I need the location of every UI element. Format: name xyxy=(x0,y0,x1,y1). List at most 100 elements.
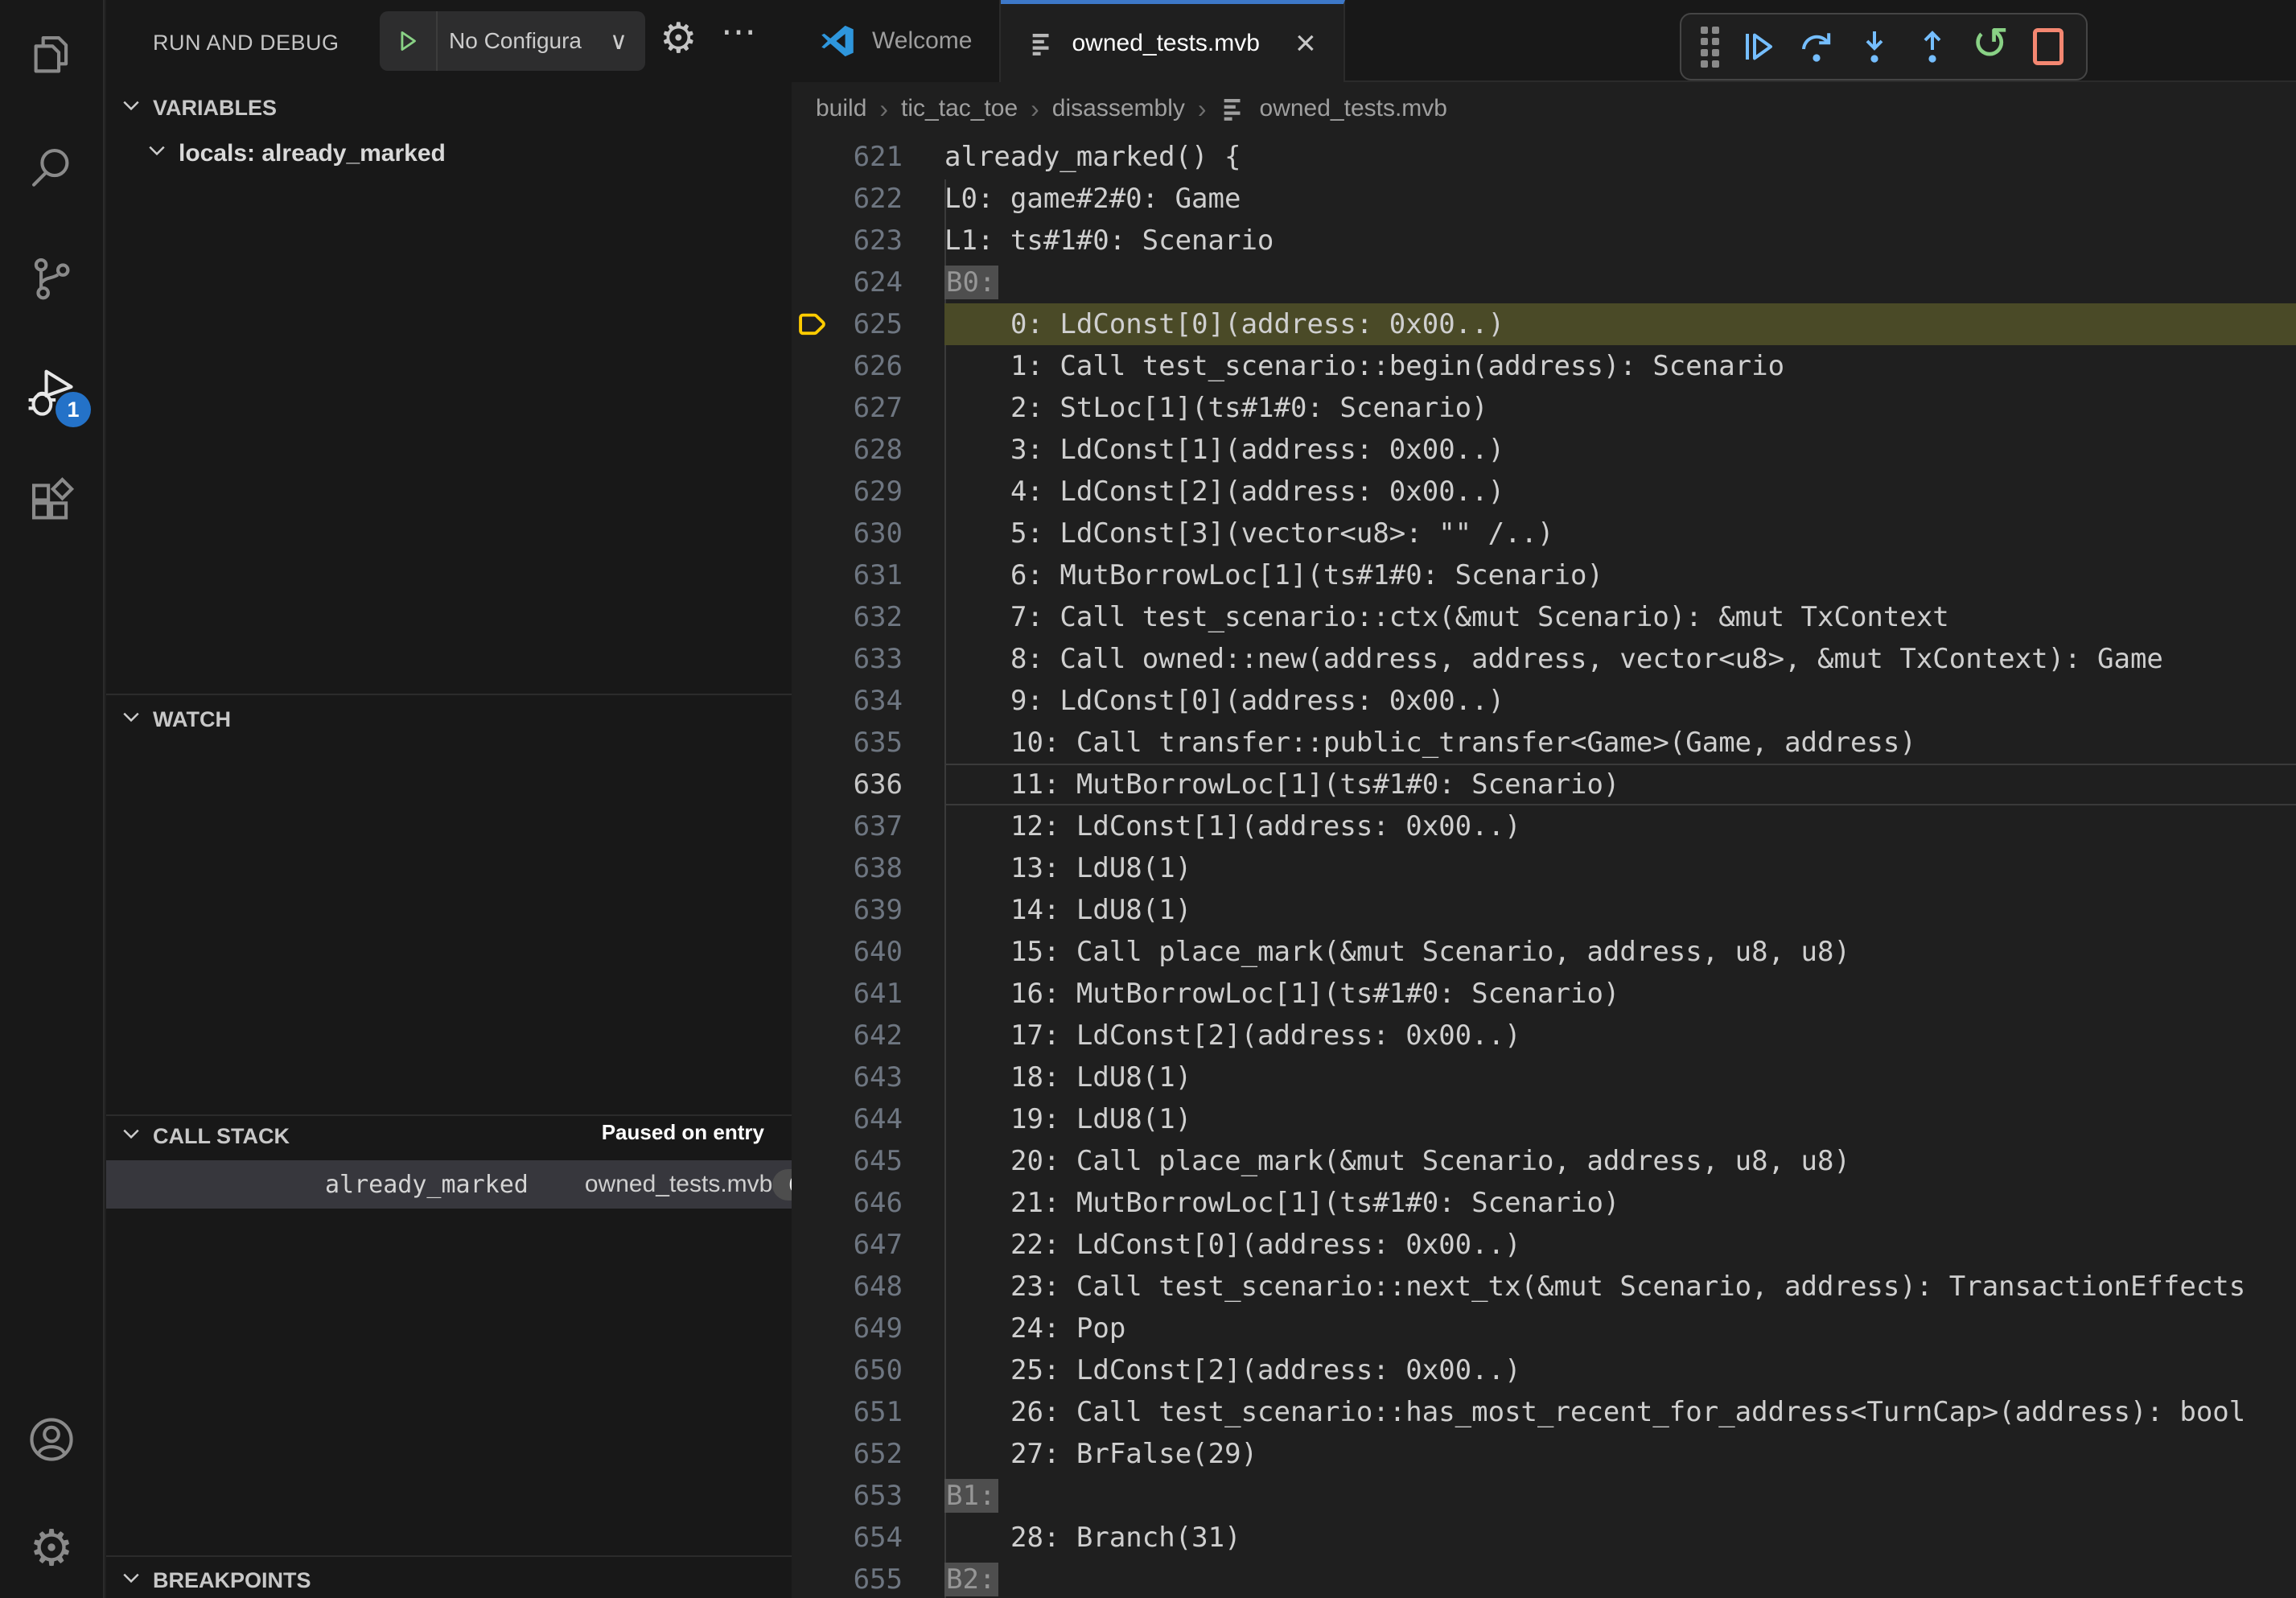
call-stack-frame[interactable]: already_marked owned_tests.mvb 625 xyxy=(106,1160,792,1209)
launch-config-dropdown[interactable]: No Configura ∨ xyxy=(380,11,645,71)
line-number[interactable]: 646 xyxy=(792,1182,903,1224)
line-text: 20: Call place_mark(&mut Scenario, addre… xyxy=(944,1145,1850,1177)
line-number[interactable]: 637 xyxy=(792,805,903,847)
code-line: 654 28: Branch(31) xyxy=(792,1517,2296,1559)
line-text: 28: Branch(31) xyxy=(944,1522,1241,1554)
settings-gear-icon[interactable]: ⚙ xyxy=(25,1522,78,1575)
line-text: 24: Pop xyxy=(944,1312,1125,1345)
line-number[interactable]: 652 xyxy=(792,1433,903,1475)
code-line: 6316: MutBorrowLoc[1](ts#1#0: Scenario) xyxy=(792,554,2296,596)
run-and-debug-icon[interactable]: 1 xyxy=(25,366,78,419)
line-number[interactable]: 651 xyxy=(792,1391,903,1433)
breadcrumb: build › tic_tac_toe › disassembly › owne… xyxy=(792,82,2296,135)
code-line: 6338: Call owned::new(address, address, … xyxy=(792,638,2296,680)
line-number[interactable]: 640 xyxy=(792,931,903,973)
line-number[interactable]: 641 xyxy=(792,973,903,1015)
line-text: 25: LdConst[2](address: 0x00..) xyxy=(944,1354,1521,1386)
code-view: 621already_marked() { 622L0: game#2#0: G… xyxy=(792,136,2296,1598)
debug-count-badge: 1 xyxy=(56,392,91,427)
line-text: 22: LdConst[0](address: 0x00..) xyxy=(944,1229,1521,1261)
drag-handle[interactable] xyxy=(1696,27,1724,68)
watch-section-header[interactable]: WATCH xyxy=(119,705,231,735)
line-number[interactable]: 633 xyxy=(792,638,903,680)
line-number[interactable]: 629 xyxy=(792,471,903,513)
variables-locals-scope[interactable]: locals: already_marked xyxy=(145,138,446,169)
search-icon[interactable] xyxy=(25,142,78,195)
line-text: 18: LdU8(1) xyxy=(944,1061,1191,1093)
step-out-button[interactable] xyxy=(1909,23,1956,70)
line-number[interactable]: 645 xyxy=(792,1140,903,1182)
line-number[interactable]: 623 xyxy=(792,220,903,262)
line-text: 7: Call test_scenario::ctx(&mut Scenario… xyxy=(944,601,1949,633)
line-number[interactable]: 654 xyxy=(792,1517,903,1559)
breakpoints-section-header[interactable]: BREAKPOINTS xyxy=(119,1566,311,1596)
line-number[interactable]: 628 xyxy=(792,429,903,471)
tab-label: Welcome xyxy=(872,27,972,55)
code-line: 650 25: LdConst[2](address: 0x00..) xyxy=(792,1349,2296,1391)
source-control-icon[interactable] xyxy=(25,252,78,305)
code-line: 64823: Call test_scenario::next_tx(&mut … xyxy=(792,1266,2296,1308)
account-icon[interactable] xyxy=(25,1413,78,1466)
debug-toolbar: ↺ xyxy=(1680,13,2088,80)
restart-button[interactable]: ↺ xyxy=(1967,23,2014,70)
code-line: 63510: Call transfer::public_transfer<Ga… xyxy=(792,722,2296,764)
code-line: 64116: MutBorrowLoc[1](ts#1#0: Scenario) xyxy=(792,973,2296,1015)
step-into-button[interactable] xyxy=(1851,23,1898,70)
line-number[interactable]: 621 xyxy=(792,136,903,178)
breadcrumb-item[interactable]: build xyxy=(816,95,866,122)
line-number[interactable]: 624 xyxy=(792,262,903,303)
more-actions-icon[interactable]: ⋯ xyxy=(721,11,756,52)
line-number[interactable]: 622 xyxy=(792,178,903,220)
line-number[interactable]: 627 xyxy=(792,387,903,429)
line-text: 26: Call test_scenario::has_most_recent_… xyxy=(944,1396,2245,1428)
line-number[interactable]: 650 xyxy=(792,1349,903,1391)
stop-button[interactable] xyxy=(2025,23,2072,70)
tab-owned-tests[interactable]: owned_tests.mvb × xyxy=(1001,0,1344,82)
explorer-icon[interactable] xyxy=(25,29,78,82)
continue-button[interactable] xyxy=(1735,23,1782,70)
tab-welcome[interactable]: Welcome xyxy=(792,0,1001,82)
config-label: No Configura xyxy=(438,28,610,54)
close-icon[interactable]: × xyxy=(1295,26,1316,61)
line-number[interactable]: 630 xyxy=(792,513,903,554)
code-line: 643 18: LdU8(1) xyxy=(792,1056,2296,1098)
line-number[interactable]: 626 xyxy=(792,345,903,387)
line-number[interactable]: 655 xyxy=(792,1559,903,1598)
extensions-icon[interactable] xyxy=(25,476,78,529)
line-text: 13: LdU8(1) xyxy=(944,852,1191,884)
breadcrumb-item[interactable]: owned_tests.mvb xyxy=(1260,95,1447,122)
activity-bar: 1 ⚙ xyxy=(0,0,105,1598)
variables-section-header[interactable]: VARIABLES xyxy=(119,93,277,123)
code-line: 627 2: StLoc[1](ts#1#0: Scenario) xyxy=(792,387,2296,429)
line-text: 2: StLoc[1](ts#1#0: Scenario) xyxy=(944,392,1488,424)
line-number[interactable]: 648 xyxy=(792,1266,903,1308)
section-divider xyxy=(106,1114,792,1116)
breadcrumb-item[interactable]: disassembly xyxy=(1052,95,1185,122)
start-debug-icon[interactable] xyxy=(380,11,438,71)
code-line: 622L0: game#2#0: Game xyxy=(792,178,2296,220)
line-number[interactable]: 631 xyxy=(792,554,903,596)
section-divider xyxy=(106,1555,792,1557)
block-label: B1: xyxy=(944,1479,998,1513)
call-stack-section-header[interactable]: CALL STACK xyxy=(119,1122,290,1151)
line-number[interactable]: 632 xyxy=(792,596,903,638)
line-number[interactable]: 649 xyxy=(792,1308,903,1349)
code-line: 651 26: Call test_scenario::has_most_rece… xyxy=(792,1391,2296,1433)
line-number[interactable]: 634 xyxy=(792,680,903,722)
line-number[interactable]: 635 xyxy=(792,722,903,764)
code-line: 64621: MutBorrowLoc[1](ts#1#0: Scenario) xyxy=(792,1182,2296,1224)
line-number[interactable]: 644 xyxy=(792,1098,903,1140)
debug-settings-gear-icon[interactable]: ⚙ xyxy=(660,18,697,60)
line-number[interactable]: 639 xyxy=(792,889,903,931)
line-number[interactable]: 643 xyxy=(792,1056,903,1098)
chevron-down-icon xyxy=(119,705,146,735)
line-number[interactable]: 636 xyxy=(792,764,903,805)
code-line: 6305: LdConst[3](vector<u8>: "" /..) xyxy=(792,513,2296,554)
line-number[interactable]: 642 xyxy=(792,1015,903,1056)
line-number[interactable]: 653 xyxy=(792,1475,903,1517)
breadcrumb-item[interactable]: tic_tac_toe xyxy=(901,95,1018,122)
line-number[interactable]: 647 xyxy=(792,1224,903,1266)
line-number[interactable]: 638 xyxy=(792,847,903,889)
step-over-button[interactable] xyxy=(1793,23,1840,70)
code-line: 6261: Call test_scenario::begin(address)… xyxy=(792,345,2296,387)
